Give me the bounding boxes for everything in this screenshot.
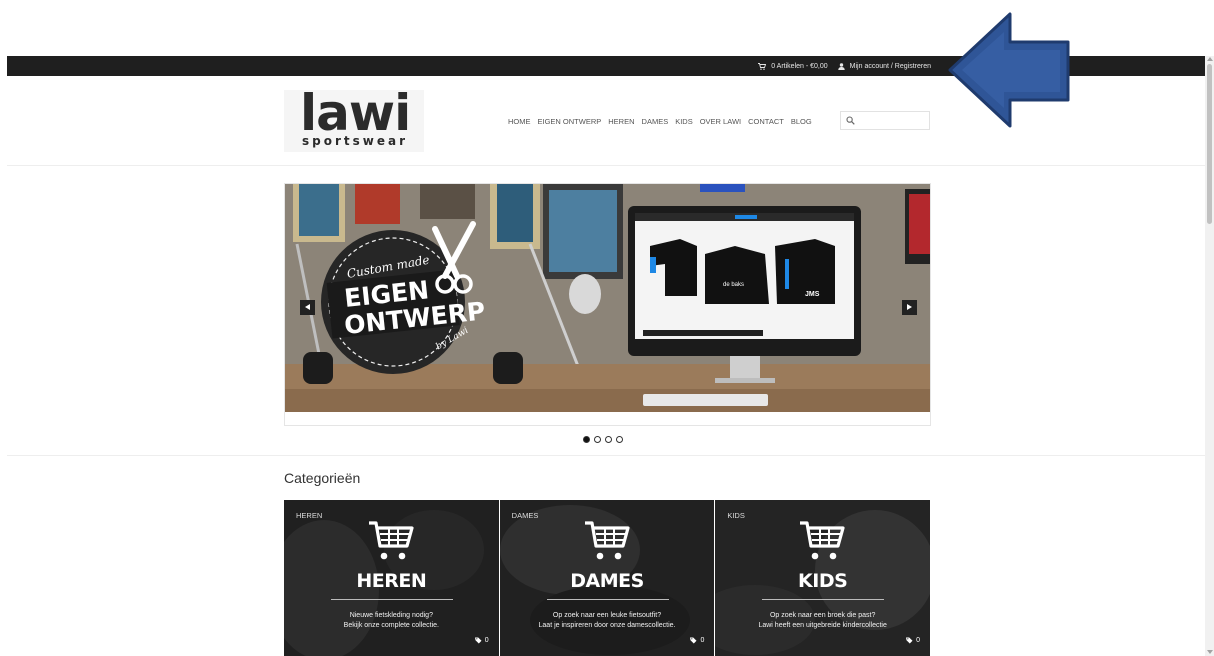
category-grid: HEREN HEREN Nieuwe fietskleding nodig? B… <box>284 500 931 656</box>
user-icon <box>837 62 845 70</box>
category-desc-line2: Lawi heeft een uitgebreide kindercollect… <box>758 622 887 629</box>
page-scrollbar[interactable] <box>1205 56 1214 656</box>
nav-item-contact[interactable]: CONTACT <box>748 117 784 126</box>
site-logo[interactable]: lawi sportswear <box>284 84 424 152</box>
section-divider <box>7 455 1205 456</box>
category-count: 0 <box>906 637 920 644</box>
category-tag: KIDS <box>727 511 745 520</box>
slider-dot-4[interactable] <box>616 436 623 443</box>
nav-item-kids[interactable]: KIDS <box>675 117 693 126</box>
category-rule <box>546 599 669 600</box>
page: 0 Artikelen - €0,00 Mijn account / Regis… <box>0 0 1214 656</box>
tag-icon <box>474 637 482 644</box>
slider-dot-3[interactable] <box>605 436 612 443</box>
category-desc-line2: Bekijk onze complete collectie. <box>343 622 439 629</box>
category-card-heren[interactable]: HEREN HEREN Nieuwe fietskleding nodig? B… <box>284 500 499 656</box>
tag-icon <box>906 637 913 644</box>
category-description: Op zoek naar een broek die past? Lawi he… <box>715 611 930 631</box>
nav-item-blog[interactable]: BLOG <box>791 117 812 126</box>
category-desc-line1: Op zoek naar een broek die past? <box>769 612 876 619</box>
jersey-label-2: JMS <box>805 291 820 298</box>
slide-illustration: de baks JMS Custom made EIGEN ONTWERP by… <box>285 184 930 412</box>
cart-link[interactable]: 0 Artikelen - €0,00 <box>758 62 828 70</box>
logo-tagline: sportswear <box>302 134 409 148</box>
jersey-label-1: de baks <box>723 282 744 288</box>
category-title: DAMES <box>570 570 644 592</box>
cart-icon <box>758 62 767 70</box>
search-input[interactable] <box>859 114 927 127</box>
shopping-cart-icon <box>800 521 845 560</box>
category-description: Nieuwe fietskleding nodig? Bekijk onze c… <box>284 611 499 631</box>
category-desc-line1: Nieuwe fietskleding nodig? <box>349 612 433 619</box>
scroll-up-arrow-icon[interactable] <box>1207 57 1213 61</box>
categories-heading: Categorieën <box>284 470 361 486</box>
cart-summary: 0 Artikelen - €0,00 <box>771 62 828 70</box>
top-bar-links: 0 Artikelen - €0,00 Mijn account / Regis… <box>758 56 931 76</box>
category-count-value: 0 <box>916 637 921 644</box>
category-rule <box>762 599 885 600</box>
category-description: Op zoek naar een leuke fietsoutfit? Laat… <box>500 611 715 631</box>
search-icon <box>846 116 855 125</box>
category-tag: HEREN <box>296 511 323 520</box>
nav-item-eigen-ontwerp[interactable]: EIGEN ONTWERP <box>538 117 602 126</box>
slider-dots <box>583 436 623 443</box>
slider-next-button[interactable] <box>902 300 917 315</box>
nav-item-over-lawi[interactable]: OVER LAWI <box>700 117 741 126</box>
slider-dot-2[interactable] <box>594 436 601 443</box>
category-card-dames[interactable]: DAMES DAMES Op zoek naar een leuke fiets… <box>499 500 715 656</box>
main-nav: HOME EIGEN ONTWERP HEREN DAMES KIDS OVER… <box>508 111 812 131</box>
category-tag: DAMES <box>511 511 539 520</box>
category-desc-line2: Laat je inspireren door onze damescollec… <box>538 622 676 629</box>
slider-dot-1[interactable] <box>583 436 590 443</box>
header-divider <box>7 165 1205 166</box>
category-count: 0 <box>474 637 489 644</box>
category-title: HEREN <box>356 570 427 592</box>
shopping-cart-icon <box>584 521 630 560</box>
account-label: Mijn account / Registreren <box>849 62 931 70</box>
category-count-value: 0 <box>700 637 705 644</box>
nav-item-heren[interactable]: HEREN <box>608 117 634 126</box>
slider-prev-button[interactable] <box>300 300 315 315</box>
nav-item-home[interactable]: HOME <box>508 117 531 126</box>
category-title: KIDS <box>798 570 848 592</box>
nav-item-dames[interactable]: DAMES <box>642 117 669 126</box>
search-box[interactable] <box>840 111 930 130</box>
category-desc-line1: Op zoek naar een leuke fietsoutfit? <box>552 612 662 619</box>
category-card-kids[interactable]: KIDS KIDS Op zoek naar een broek die pas… <box>715 500 931 656</box>
shopping-cart-icon <box>369 521 414 560</box>
category-count: 0 <box>690 637 704 644</box>
tag-icon <box>690 637 697 644</box>
scroll-down-arrow-icon[interactable] <box>1207 650 1213 654</box>
scrollbar-thumb[interactable] <box>1207 64 1212 224</box>
slide-image: de baks JMS Custom made EIGEN ONTWERP by… <box>285 184 930 412</box>
category-count-value: 0 <box>484 637 489 644</box>
category-rule <box>331 599 453 600</box>
hero-slider: de baks JMS Custom made EIGEN ONTWERP by… <box>284 183 931 426</box>
account-link[interactable]: Mijn account / Registreren <box>837 62 931 70</box>
annotation-arrow <box>948 12 1070 128</box>
